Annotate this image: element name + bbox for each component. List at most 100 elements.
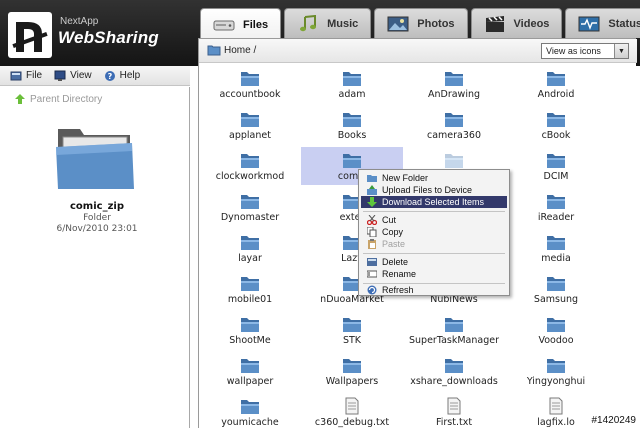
- context-new-folder-label: New Folder: [382, 173, 429, 183]
- file-item[interactable]: STK: [301, 311, 403, 349]
- folder-icon: [547, 236, 565, 250]
- logo-product: WebSharing: [58, 28, 159, 47]
- monitor-icon: [54, 70, 66, 81]
- file-item-label: SuperTaskManager: [409, 335, 499, 346]
- text-file-icon: [447, 397, 461, 415]
- menu-view[interactable]: View: [54, 70, 92, 82]
- folder-icon: [343, 359, 361, 373]
- file-item[interactable]: First.txt: [403, 393, 505, 428]
- folder-icon: [547, 72, 565, 86]
- context-refresh-label: Refresh: [382, 285, 414, 295]
- file-item[interactable]: c360_debug.txt: [301, 393, 403, 428]
- file-item[interactable]: layar: [199, 229, 301, 267]
- tab-files[interactable]: Files: [200, 8, 282, 40]
- context-upload[interactable]: Upload Files to Device: [361, 184, 507, 196]
- up-arrow-icon: [15, 94, 25, 104]
- folder-icon: [343, 154, 361, 168]
- file-item-label: Wallpapers: [325, 376, 379, 387]
- context-new-folder[interactable]: New Folder: [361, 172, 507, 184]
- file-item[interactable]: SuperTaskManager: [403, 311, 505, 349]
- folder-icon: [343, 318, 361, 332]
- file-item[interactable]: accountbook: [199, 65, 301, 103]
- folder-icon: [445, 113, 463, 127]
- context-copy[interactable]: Copy: [361, 226, 507, 238]
- file-item-label: applanet: [229, 130, 271, 141]
- context-refresh[interactable]: Refresh: [361, 284, 507, 296]
- file-item[interactable]: cBook: [505, 106, 607, 144]
- logo-mark: [8, 12, 52, 58]
- file-item[interactable]: adam: [301, 65, 403, 103]
- music-note-icon: [300, 14, 317, 31]
- file-item[interactable]: Voodoo: [505, 311, 607, 349]
- file-item[interactable]: applanet: [199, 106, 301, 144]
- file-item[interactable]: Dynomaster: [199, 188, 301, 226]
- file-item-label: mobile01: [227, 294, 273, 305]
- folder-icon: [445, 154, 463, 168]
- context-paste[interactable]: Paste: [361, 238, 507, 250]
- context-download-label: Download Selected Items: [382, 197, 485, 207]
- file-item[interactable]: Yingyonghui: [505, 352, 607, 390]
- file-item[interactable]: media: [505, 229, 607, 267]
- context-cut[interactable]: Cut: [361, 214, 507, 226]
- breadcrumb-path: Home /: [224, 44, 257, 56]
- main-tabs: Files Music Photos Videos Status: [200, 8, 640, 40]
- tab-music[interactable]: Music: [284, 8, 372, 38]
- file-item-label: clockworkmod: [215, 171, 285, 182]
- file-item-label: xshare_downloads: [410, 376, 498, 387]
- file-item[interactable]: DCIM: [505, 147, 607, 185]
- tab-videos[interactable]: Videos: [470, 8, 563, 38]
- path-bar: Home / View as icons ▼: [199, 39, 637, 63]
- svg-text:?: ?: [107, 72, 112, 81]
- folder-icon: [241, 277, 259, 291]
- clapperboard-icon: [485, 15, 504, 32]
- file-item[interactable]: clockworkmod: [199, 147, 301, 185]
- context-rename[interactable]: Rename: [361, 268, 507, 280]
- scissors-icon: [367, 215, 377, 225]
- copy-icon: [367, 227, 377, 237]
- parent-directory-link[interactable]: Parent Directory: [14, 93, 102, 105]
- drive-icon: [213, 20, 235, 30]
- file-item-label: Dynomaster: [220, 212, 280, 223]
- breadcrumb[interactable]: Home /: [207, 44, 256, 56]
- tab-status[interactable]: Status: [565, 8, 640, 38]
- view-mode-select[interactable]: View as icons ▼: [541, 43, 629, 59]
- tab-status-label: Status: [608, 17, 640, 30]
- tab-photos[interactable]: Photos: [374, 8, 468, 38]
- menu-divider: [363, 253, 505, 254]
- file-item[interactable]: wallpaper: [199, 352, 301, 390]
- folder-icon: [241, 72, 259, 86]
- file-item-label: youmicache: [221, 417, 279, 428]
- file-item[interactable]: Android: [505, 65, 607, 103]
- file-item[interactable]: youmicache: [199, 393, 301, 428]
- folder-icon: [445, 72, 463, 86]
- file-item-label: Android: [537, 89, 575, 100]
- folder-icon: [343, 113, 361, 127]
- file-item[interactable]: Books: [301, 106, 403, 144]
- menu-help-label: Help: [119, 70, 141, 81]
- folder-icon: [241, 236, 259, 250]
- file-item[interactable]: iReader: [505, 188, 607, 226]
- context-download[interactable]: Download Selected Items: [361, 196, 507, 208]
- tab-videos-label: Videos: [513, 17, 550, 30]
- file-item-label: AnDrawing: [427, 89, 481, 100]
- file-item[interactable]: mobile01: [199, 270, 301, 308]
- file-item[interactable]: Wallpapers: [301, 352, 403, 390]
- file-item[interactable]: xshare_downloads: [403, 352, 505, 390]
- menu-help[interactable]: ? Help: [104, 70, 141, 82]
- file-item[interactable]: ShootMe: [199, 311, 301, 349]
- context-paste-label: Paste: [382, 239, 406, 249]
- menubar: File View ? Help: [0, 66, 190, 86]
- menu-file[interactable]: File: [10, 70, 42, 82]
- menu-file-label: File: [26, 70, 43, 81]
- context-delete[interactable]: Delete: [361, 256, 507, 268]
- file-item[interactable]: camera360: [403, 106, 505, 144]
- file-item-label: adam: [338, 89, 366, 100]
- menu-divider: [363, 211, 505, 212]
- photo-icon: [387, 16, 409, 31]
- file-item[interactable]: AnDrawing: [403, 65, 505, 103]
- file-item-label: STK: [342, 335, 362, 346]
- sidebar: Parent Directory comic_zip Folder 6/Nov/…: [4, 87, 190, 428]
- file-item[interactable]: Samsung: [505, 270, 607, 308]
- view-mode-value: View as icons: [546, 46, 601, 56]
- tab-music-label: Music: [327, 17, 359, 30]
